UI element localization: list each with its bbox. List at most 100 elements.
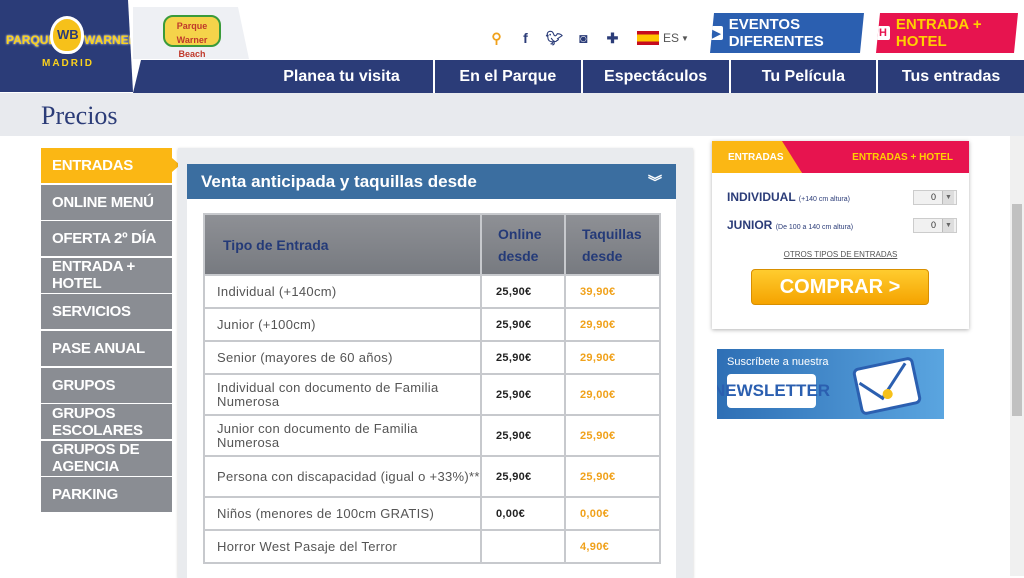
site-header: PARQUE WB WARNER MADRID Parque Warner Be… — [0, 0, 1024, 93]
individual-note: (+140 cm altura) — [798, 196, 850, 203]
nav-tu-pelicula[interactable]: Tu Película — [728, 60, 877, 93]
nav-en-el-parque[interactable]: En el Parque — [433, 60, 581, 93]
tipo-cell: Persona con discapacidad (igual o +33%)*… — [203, 455, 482, 498]
title-band: Precios — [0, 93, 1024, 136]
logo-text-right: WARNER — [84, 33, 138, 47]
prices-heading: Venta anticipada y taquillas desde — [201, 171, 477, 191]
entrada-hotel-button[interactable]: H ENTRADA + HOTEL — [876, 13, 1018, 53]
instagram-icon[interactable]: ◙ — [569, 30, 598, 46]
language-selector[interactable]: ES ▼ — [637, 31, 689, 45]
chevron-down-icon[interactable]: ︾ — [648, 172, 662, 192]
chevron-down-icon: ▼ — [942, 190, 954, 204]
tipo-cell: Individual (+140cm) — [203, 274, 482, 309]
newsletter-button[interactable]: NEWSLETTER — [717, 374, 830, 408]
sidebar-item-online-menu[interactable]: ONLINE MENÚ — [41, 184, 172, 220]
prices-accordion-header[interactable]: Venta anticipada y taquillas desde ︾ — [187, 164, 676, 199]
individual-ticket-row: INDIVIDUAL (+140 cm altura) 0 ▼ — [727, 188, 957, 206]
taquilla-price-cell: 0,00€ — [564, 496, 661, 531]
taquilla-price-cell: 25,90€ — [564, 455, 661, 498]
table-row: Horror West Pasaje del Terror 4,90€ — [203, 529, 661, 564]
eventos-label: EVENTOS DIFERENTES — [728, 16, 824, 50]
tipo-cell: Horror West Pasaje del Terror — [203, 529, 482, 564]
individual-label: INDIVIDUAL (+140 cm altura) — [727, 190, 850, 204]
prices-table-wrap: Tipo de Entrada Online desde Taquillas d… — [187, 199, 676, 578]
table-row: Junior (+100cm) 25,90€ 29,90€ — [203, 307, 661, 342]
chevron-down-icon: ▼ — [942, 218, 954, 232]
table-row: Persona con discapacidad (igual o +33%)*… — [203, 455, 661, 498]
envelope-icon — [851, 356, 923, 416]
page-scrollbar[interactable] — [1010, 136, 1024, 576]
ticket-purchase-box: ENTRADAS + HOTEL ENTRADAS INDIVIDUAL (+1… — [712, 141, 969, 329]
table-row: Junior con documento de Familia Numerosa… — [203, 414, 661, 457]
newsletter-subtitle: Suscríbete a nuestra — [727, 356, 829, 368]
sidebar-item-grupos-escolares[interactable]: GRUPOS ESCOLARES — [41, 404, 172, 440]
tipo-cell: Junior con documento de Familia Numerosa — [203, 414, 482, 457]
facebook-icon[interactable]: f — [511, 30, 540, 46]
online-price-cell: 0,00€ — [480, 496, 566, 531]
hotel-icon: H — [876, 26, 890, 40]
logo-text-center: WB — [57, 27, 79, 42]
junior-note: (De 100 a 140 cm altura) — [775, 224, 854, 231]
online-price-cell: 25,90€ — [480, 274, 566, 309]
online-price-cell: 25,90€ — [480, 373, 566, 416]
twitter-icon[interactable]: 🐦︎ — [540, 30, 569, 47]
column-header-tipo: Tipo de Entrada — [203, 213, 482, 276]
sidebar-item-grupos-de-agencia[interactable]: GRUPOS DE AGENCIA — [41, 440, 172, 476]
online-price-cell: 25,90€ — [480, 414, 566, 457]
nav-espectaculos[interactable]: Espectáculos — [580, 60, 729, 93]
tipo-cell: Senior (mayores de 60 años) — [203, 340, 482, 375]
online-price-cell: 25,90€ — [480, 455, 566, 498]
tipo-cell: Niños (menores de 100cm GRATIS) — [203, 496, 482, 531]
comprar-button[interactable]: COMPRAR > — [751, 269, 929, 305]
junior-quantity-value: 0 — [930, 220, 936, 230]
search-icon[interactable]: ⚲ — [482, 30, 511, 47]
taquilla-price-cell: 25,90€ — [564, 414, 661, 457]
content-area: ENTRADAS ONLINE MENÚ OFERTA 2º DÍA ENTRA… — [0, 136, 1010, 578]
tab-entradas-hotel[interactable]: ENTRADAS + HOTEL — [778, 141, 969, 173]
taquilla-price-cell: 29,90€ — [564, 340, 661, 375]
spain-flag-icon — [637, 31, 659, 45]
section-sidebar: ENTRADAS ONLINE MENÚ OFERTA 2º DÍA ENTRA… — [41, 148, 180, 514]
logo-city: MADRID — [42, 58, 94, 69]
tipo-cell: Junior (+100cm) — [203, 307, 482, 342]
taquilla-price-cell: 29,90€ — [564, 307, 661, 342]
taquilla-price-cell: 29,00€ — [564, 373, 661, 416]
individual-quantity-select[interactable]: 0 ▼ — [913, 189, 957, 205]
nav-bar-edge — [133, 60, 250, 93]
hotel-label: ENTRADA + HOTEL — [895, 16, 982, 50]
beach-park-logo[interactable]: Parque Warner Beach — [133, 7, 249, 59]
sidebar-item-oferta-2-dia[interactable]: OFERTA 2º DÍA — [41, 221, 172, 257]
otros-tipos-link[interactable]: OTROS TIPOS DE ENTRADAS — [712, 250, 969, 259]
nav-tus-entradas[interactable]: Tus entradas — [876, 60, 1024, 93]
utility-bar: ⚲ f 🐦︎ ◙ ✚ ES ▼ — [482, 29, 689, 47]
junior-quantity-select[interactable]: 0 ▼ — [913, 217, 957, 233]
sidebar-item-pase-anual[interactable]: PASE ANUAL — [41, 330, 172, 366]
scrollbar-thumb[interactable] — [1012, 204, 1022, 416]
plus-icon[interactable]: ✚ — [598, 30, 627, 47]
eventos-diferentes-button[interactable]: ▶ EVENTOS DIFERENTES — [710, 13, 864, 53]
prices-panel: Venta anticipada y taquillas desde ︾ Tip… — [178, 148, 693, 578]
sidebar-item-entradas[interactable]: ENTRADAS — [41, 148, 180, 183]
beach-logo-badge: Parque Warner Beach — [163, 15, 221, 59]
nav-planea-tu-visita[interactable]: Planea tu visita — [250, 60, 433, 93]
newsletter-banner[interactable]: Suscríbete a nuestra NEWSLETTER — [717, 349, 944, 419]
column-header-online: Online desde — [480, 213, 566, 276]
table-row: Niños (menores de 100cm GRATIS) 0,00€ 0,… — [203, 496, 661, 531]
sidebar-item-entrada-hotel[interactable]: ENTRADA + HOTEL — [41, 257, 172, 293]
sidebar-item-grupos[interactable]: GRUPOS — [41, 367, 172, 403]
taquilla-price-cell: 4,90€ — [564, 529, 661, 564]
sidebar-item-parking[interactable]: PARKING — [41, 477, 172, 513]
table-row: Individual con documento de Familia Nume… — [203, 373, 661, 416]
sidebar-item-servicios[interactable]: SERVICIOS — [41, 294, 172, 330]
tipo-cell: Individual con documento de Familia Nume… — [203, 373, 482, 416]
online-price-cell: 25,90€ — [480, 340, 566, 375]
taquilla-price-cell: 39,90€ — [564, 274, 661, 309]
online-price-cell: 25,90€ — [480, 307, 566, 342]
chevron-down-icon: ▼ — [681, 33, 689, 43]
table-row: Individual (+140cm) 25,90€ 39,90€ — [203, 274, 661, 309]
logo-text-left: PARQUE — [6, 33, 57, 47]
parque-warner-logo[interactable]: PARQUE WB WARNER MADRID — [0, 0, 133, 92]
junior-label: JUNIOR (De 100 a 140 cm altura) — [727, 218, 854, 232]
table-row: Senior (mayores de 60 años) 25,90€ 29,90… — [203, 340, 661, 375]
table-header-row: Tipo de Entrada Online desde Taquillas d… — [203, 213, 661, 276]
